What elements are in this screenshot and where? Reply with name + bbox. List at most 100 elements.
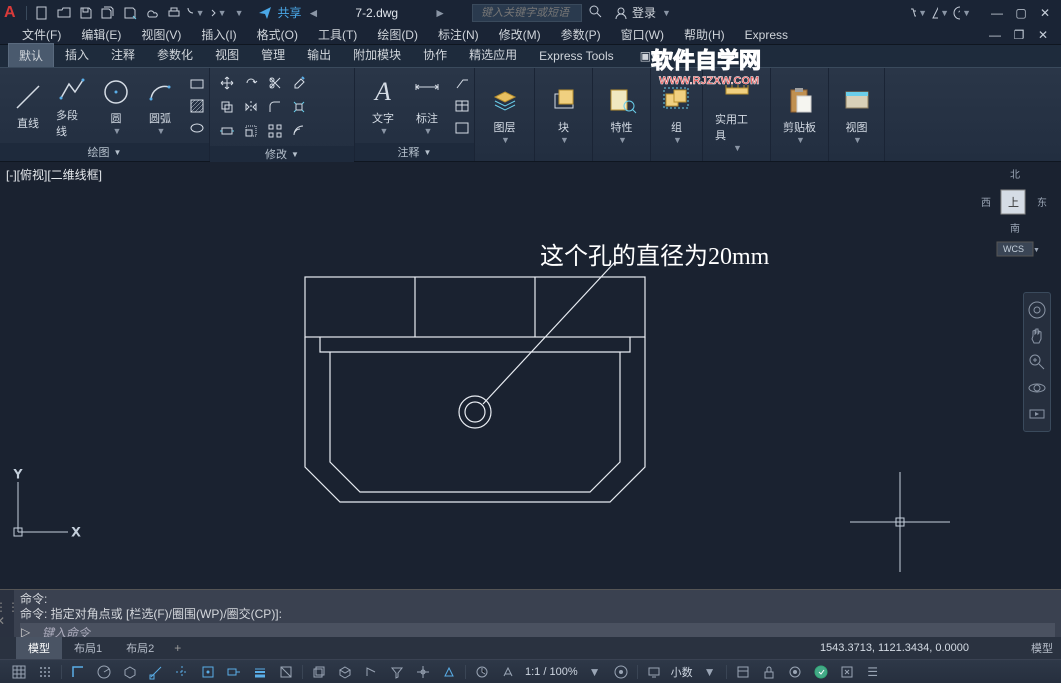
units-dropdown[interactable]: ▼ — [698, 662, 722, 682]
tab-parametric[interactable]: 参数化 — [146, 42, 204, 67]
annotation-visibility-icon[interactable] — [437, 662, 461, 682]
save-icon[interactable] — [77, 4, 95, 22]
close-button[interactable]: ✕ — [1033, 4, 1057, 22]
clean-screen-icon[interactable] — [835, 662, 859, 682]
gizmo-icon[interactable] — [411, 662, 435, 682]
move-icon[interactable] — [216, 72, 238, 94]
menu-file[interactable]: 文件(F) — [12, 26, 71, 43]
customize-icon[interactable]: ☰ — [861, 662, 885, 682]
polar-icon[interactable] — [92, 662, 116, 682]
lineweight-icon[interactable] — [248, 662, 272, 682]
saveas-icon[interactable] — [121, 4, 139, 22]
cmd-handle[interactable]: ⋮⋮✕ — [0, 590, 14, 637]
undo-icon[interactable]: ▼ — [187, 4, 205, 22]
showmotion-icon[interactable] — [1024, 401, 1050, 427]
menu-tools[interactable]: 工具(T) — [308, 26, 367, 43]
print-icon[interactable] — [165, 4, 183, 22]
erase-icon[interactable] — [288, 72, 310, 94]
stretch-icon[interactable] — [216, 120, 238, 142]
hardware-accel-icon[interactable] — [809, 662, 833, 682]
tab-default[interactable]: 默认 — [8, 43, 54, 67]
annotation-monitor-icon[interactable] — [642, 662, 666, 682]
steering-wheel-icon[interactable] — [1024, 297, 1050, 323]
annoscale-icon[interactable] — [470, 662, 494, 682]
utilities-button[interactable]: 实用工具▼ — [709, 77, 764, 153]
selection-cycling-icon[interactable] — [307, 662, 331, 682]
scale-dropdown[interactable]: ▼ — [583, 662, 607, 682]
clipboard-button[interactable]: 剪贴板▼ — [777, 85, 822, 145]
open-icon[interactable] — [55, 4, 73, 22]
menu-window[interactable]: 窗口(W) — [611, 26, 674, 43]
tab-model[interactable]: 模型 — [16, 637, 62, 659]
panel-annot-title[interactable]: 注释▼ — [355, 143, 474, 161]
tab-express[interactable]: Express Tools — [528, 45, 624, 67]
tab-layout1[interactable]: 布局1 — [62, 637, 114, 659]
dimension-button[interactable]: 标注▼ — [405, 76, 449, 136]
minimize-button[interactable]: — — [985, 4, 1009, 22]
menu-insert[interactable]: 插入(I) — [191, 26, 246, 43]
pan-icon[interactable] — [1024, 323, 1050, 349]
osnap3d-icon[interactable] — [196, 662, 220, 682]
mirror-icon[interactable] — [240, 96, 262, 118]
help-icon[interactable]: ?▼ — [953, 4, 971, 22]
osnap-icon[interactable] — [144, 662, 168, 682]
view-button[interactable]: 视图▼ — [835, 85, 879, 145]
grid-icon[interactable] — [7, 662, 31, 682]
hatch-icon[interactable] — [186, 95, 208, 117]
new-icon[interactable] — [33, 4, 51, 22]
search-input[interactable] — [472, 4, 582, 22]
table-icon[interactable] — [451, 95, 473, 117]
text-button[interactable]: A文字▼ — [361, 76, 405, 136]
rotate-icon[interactable] — [240, 72, 262, 94]
circle-button[interactable]: 圆▼ — [94, 76, 138, 136]
login-button[interactable]: 登录 ▼ — [614, 4, 671, 21]
doc-minimize[interactable]: — — [983, 26, 1007, 44]
tab-collab[interactable]: 协作 — [412, 42, 458, 67]
autoscale-icon[interactable] — [496, 662, 520, 682]
properties-button[interactable]: 特性▼ — [600, 85, 644, 145]
fillet-icon[interactable] — [264, 96, 286, 118]
isolate-icon[interactable] — [783, 662, 807, 682]
otrack-icon[interactable] — [170, 662, 194, 682]
scale-display[interactable]: 1:1 / 100% — [521, 666, 582, 678]
ortho-icon[interactable] — [66, 662, 90, 682]
doc-close[interactable]: ✕ — [1031, 26, 1055, 44]
selection-filter-icon[interactable] — [385, 662, 409, 682]
viewcube[interactable]: 北 西 东 南 上 WCS ▼ — [979, 168, 1049, 258]
dynamic-input-icon[interactable] — [222, 662, 246, 682]
next-doc[interactable]: ► — [428, 6, 452, 20]
menu-parametric[interactable]: 参数(P) — [551, 26, 611, 43]
panel-draw-title[interactable]: 绘图▼ — [0, 143, 209, 161]
menu-edit[interactable]: 编辑(E) — [71, 26, 131, 43]
share-button[interactable]: 共享 — [257, 4, 301, 21]
lock-ui-icon[interactable] — [757, 662, 781, 682]
quickprops-icon[interactable] — [731, 662, 755, 682]
leader-icon[interactable] — [451, 73, 473, 95]
layer-button[interactable]: 图层▼ — [483, 85, 527, 145]
tab-annotate[interactable]: 注释 — [100, 42, 146, 67]
rect-icon[interactable] — [186, 73, 208, 95]
tab-featured[interactable]: 精选应用 — [458, 42, 528, 67]
trim-icon[interactable] — [264, 72, 286, 94]
menu-express[interactable]: Express — [735, 28, 798, 42]
space-indicator[interactable]: 模型 — [1019, 637, 1061, 659]
mtext-icon[interactable] — [451, 117, 473, 139]
copy-icon[interactable] — [216, 96, 238, 118]
block-button[interactable]: 块▼ — [542, 85, 586, 145]
3dosnap-icon[interactable] — [333, 662, 357, 682]
maximize-button[interactable]: ▢ — [1009, 4, 1033, 22]
snap-icon[interactable] — [33, 662, 57, 682]
orbit-icon[interactable] — [1024, 375, 1050, 401]
tab-manage[interactable]: 管理 — [250, 42, 296, 67]
tab-output[interactable]: 输出 — [296, 42, 342, 67]
explode-icon[interactable] — [288, 96, 310, 118]
line-button[interactable]: 直线 — [6, 81, 50, 131]
menu-dimension[interactable]: 标注(N) — [428, 26, 489, 43]
array-icon[interactable] — [264, 120, 286, 142]
menu-draw[interactable]: 绘图(D) — [367, 26, 428, 43]
doc-restore[interactable]: ❐ — [1007, 26, 1031, 44]
offset-icon[interactable] — [288, 120, 310, 142]
saveall-icon[interactable] — [99, 4, 117, 22]
menu-format[interactable]: 格式(O) — [247, 26, 308, 43]
menu-help[interactable]: 帮助(H) — [674, 26, 735, 43]
